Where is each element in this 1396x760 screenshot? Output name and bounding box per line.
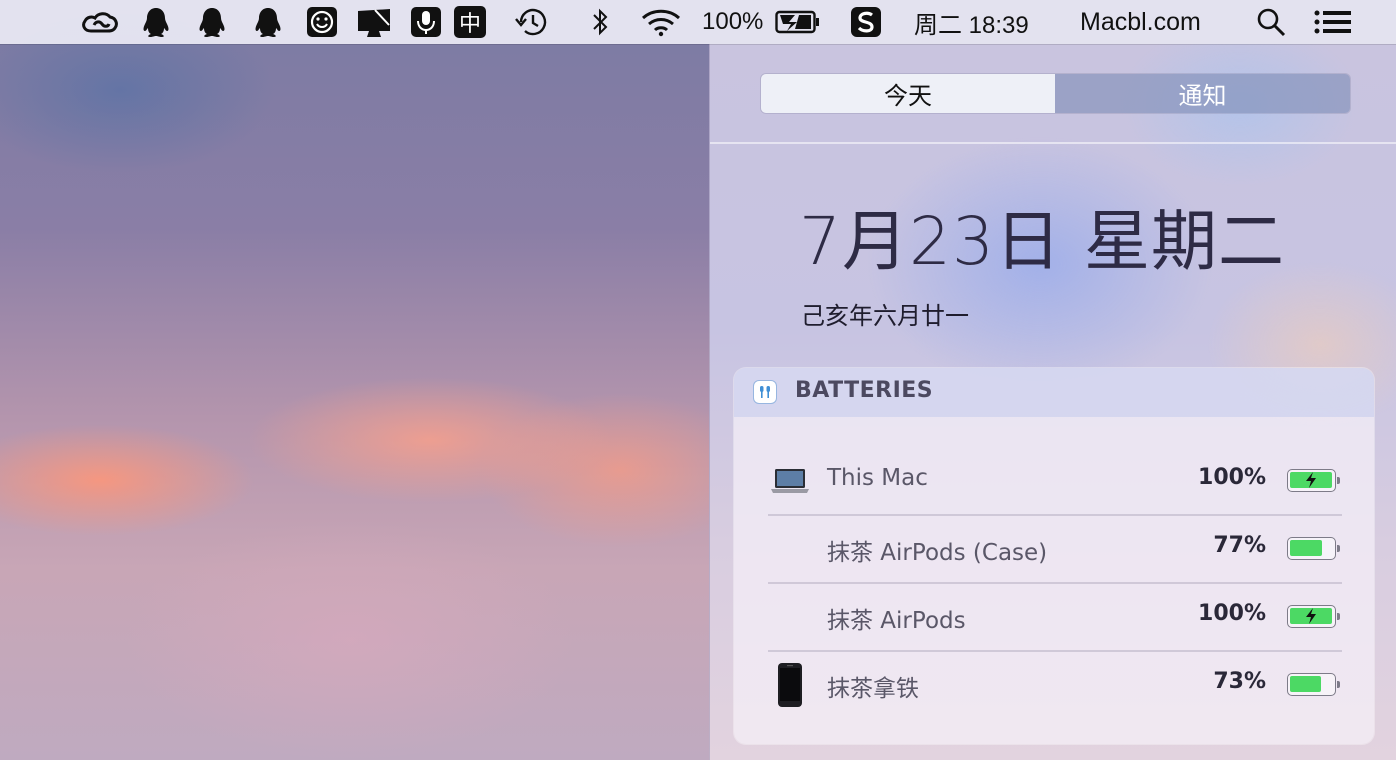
battery-row: 抹茶 AirPods (Case) 77%: [768, 516, 1342, 584]
battery-nub: [1337, 681, 1340, 688]
sogou-icon[interactable]: [849, 0, 883, 44]
divider: [710, 142, 1396, 144]
qq-icon[interactable]: [252, 0, 284, 44]
widget-header[interactable]: BATTERIES: [734, 368, 1374, 417]
battery-row: This Mac 100%: [768, 448, 1342, 516]
site-text: Macbl.com: [1080, 7, 1201, 36]
device-name: 抹茶拿铁: [827, 676, 919, 702]
creative-cloud-icon[interactable]: [80, 0, 120, 44]
battery-row: 抹茶拿铁 73%: [768, 652, 1342, 718]
battery-charging-icon[interactable]: [774, 0, 822, 44]
device-name: This Mac: [827, 465, 928, 491]
ime-label: 中: [454, 6, 486, 38]
device-percent: 77%: [1213, 533, 1266, 558]
menu-bar: 中 100% 周二 18:39 Macbl.com: [0, 0, 1396, 44]
lunar-date: 己亥年六月廿一: [801, 302, 969, 330]
battery-nub: [1337, 545, 1340, 552]
display-icon[interactable]: [354, 0, 394, 44]
segmented-control: 今天 通知: [760, 73, 1351, 114]
airpods-icon: [754, 381, 776, 403]
device-percent: 100%: [1198, 465, 1266, 490]
batteries-widget: BATTERIES This Mac 100% 抹茶 AirPods (Case…: [734, 368, 1374, 744]
smiley-icon[interactable]: [305, 0, 339, 44]
battery-fill: [1290, 676, 1321, 692]
bluetooth-icon[interactable]: [588, 0, 612, 44]
battery-percent-text: 100%: [702, 8, 764, 35]
tab-today[interactable]: 今天: [761, 74, 1055, 113]
date-heading: 7月23日 星期二: [799, 203, 1285, 280]
battery-row: 抹茶 AirPods 100%: [768, 584, 1342, 652]
input-method-icon[interactable]: 中: [453, 0, 487, 44]
battery-indicator: [1287, 537, 1340, 560]
battery-nub: [1337, 613, 1340, 620]
battery-nub: [1337, 477, 1340, 484]
qq-icon[interactable]: [140, 0, 172, 44]
notification-center-icon[interactable]: [1312, 0, 1354, 44]
widget-title: BATTERIES: [795, 378, 934, 403]
device-percent: 73%: [1213, 669, 1266, 694]
battery-indicator: [1287, 605, 1340, 628]
wifi-icon[interactable]: [639, 0, 683, 44]
time-machine-icon[interactable]: [512, 0, 550, 44]
device-name: 抹茶 AirPods (Case): [827, 540, 1048, 566]
battery-indicator: [1287, 673, 1340, 696]
notification-center-panel: 今天 通知 7月23日 星期二 己亥年六月廿一 BATTERIES This M…: [709, 44, 1396, 760]
laptop-icon: [770, 467, 810, 499]
device-percent: 100%: [1198, 601, 1266, 626]
qq-icon[interactable]: [196, 0, 228, 44]
tab-notifications[interactable]: 通知: [1055, 74, 1350, 113]
device-name: 抹茶 AirPods: [827, 608, 966, 634]
menu-site-label[interactable]: Macbl.com: [1080, 0, 1230, 44]
clock-text: 周二 18:39: [914, 11, 1029, 39]
spotlight-icon[interactable]: [1254, 0, 1288, 44]
battery-indicator: [1287, 469, 1340, 492]
battery-fill: [1290, 540, 1322, 556]
charging-bolt-icon: [1306, 608, 1316, 624]
battery-percentage[interactable]: 100%: [702, 0, 766, 44]
microphone-icon[interactable]: [409, 0, 443, 44]
iphone-icon: [777, 662, 803, 712]
menu-clock[interactable]: 周二 18:39: [914, 0, 1056, 44]
charging-bolt-icon: [1306, 472, 1316, 488]
